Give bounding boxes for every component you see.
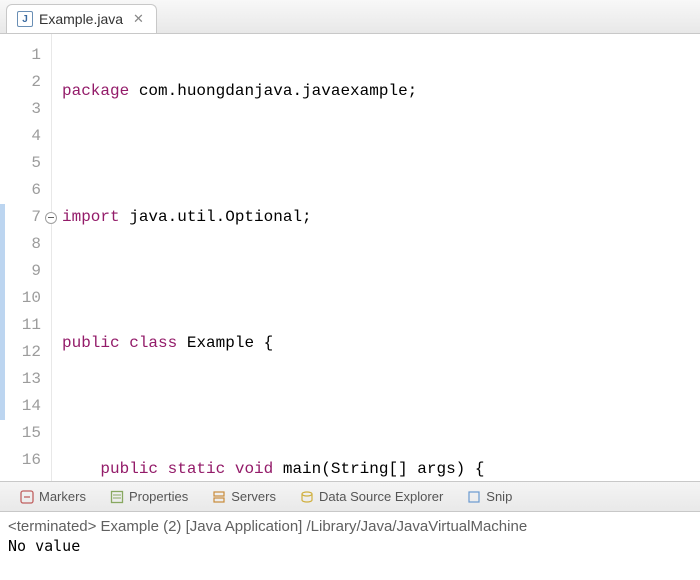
fold-toggle-icon[interactable]: [45, 212, 57, 224]
tab-markers[interactable]: Markers: [8, 482, 98, 511]
java-file-icon: J: [17, 11, 33, 27]
tab-snippets[interactable]: Snip: [455, 482, 524, 511]
line-number: 6: [0, 177, 51, 204]
tab-servers[interactable]: Servers: [200, 482, 288, 511]
line-number: 7: [0, 204, 51, 231]
servers-icon: [212, 490, 226, 504]
line-number: 13: [0, 366, 51, 393]
line-number-gutter: 12345678910111213141516: [0, 34, 52, 481]
line-number: 11: [0, 312, 51, 339]
line-number: 14: [0, 393, 51, 420]
line-number: 12: [0, 339, 51, 366]
properties-icon: [110, 490, 124, 504]
line-number: 8: [0, 231, 51, 258]
tab-data-source-explorer[interactable]: Data Source Explorer: [288, 482, 455, 511]
close-icon[interactable]: ✕: [133, 11, 144, 27]
line-number: 3: [0, 96, 51, 123]
line-number: 16: [0, 447, 51, 474]
markers-icon: [20, 490, 34, 504]
datasource-icon: [300, 490, 314, 504]
console-view: <terminated> Example (2) [Java Applicati…: [0, 512, 700, 561]
tab-label: Servers: [231, 489, 276, 504]
editor-tabbar: J Example.java ✕: [0, 0, 700, 34]
tab-label: Markers: [39, 489, 86, 504]
tab-filename: Example.java: [39, 11, 123, 27]
line-number: 9: [0, 258, 51, 285]
editor-tab-example-java[interactable]: J Example.java ✕: [6, 4, 157, 33]
tab-properties[interactable]: Properties: [98, 482, 200, 511]
code-editor[interactable]: 12345678910111213141516 package com.huon…: [0, 34, 700, 482]
console-output: No value: [8, 537, 692, 555]
line-number: 1: [0, 42, 51, 69]
line-number: 15: [0, 420, 51, 447]
tab-label: Snip: [486, 489, 512, 504]
console-status: <terminated> Example (2) [Java Applicati…: [8, 518, 692, 535]
tab-label: Data Source Explorer: [319, 489, 443, 504]
line-number: 4: [0, 123, 51, 150]
snippets-icon: [467, 490, 481, 504]
bottom-view-tabbar: Markers Properties Servers Data Source E…: [0, 482, 700, 512]
line-number: 2: [0, 69, 51, 96]
code-area[interactable]: package com.huongdanjava.javaexample; im…: [52, 34, 700, 481]
tab-label: Properties: [129, 489, 188, 504]
line-number: 5: [0, 150, 51, 177]
line-number: 10: [0, 285, 51, 312]
